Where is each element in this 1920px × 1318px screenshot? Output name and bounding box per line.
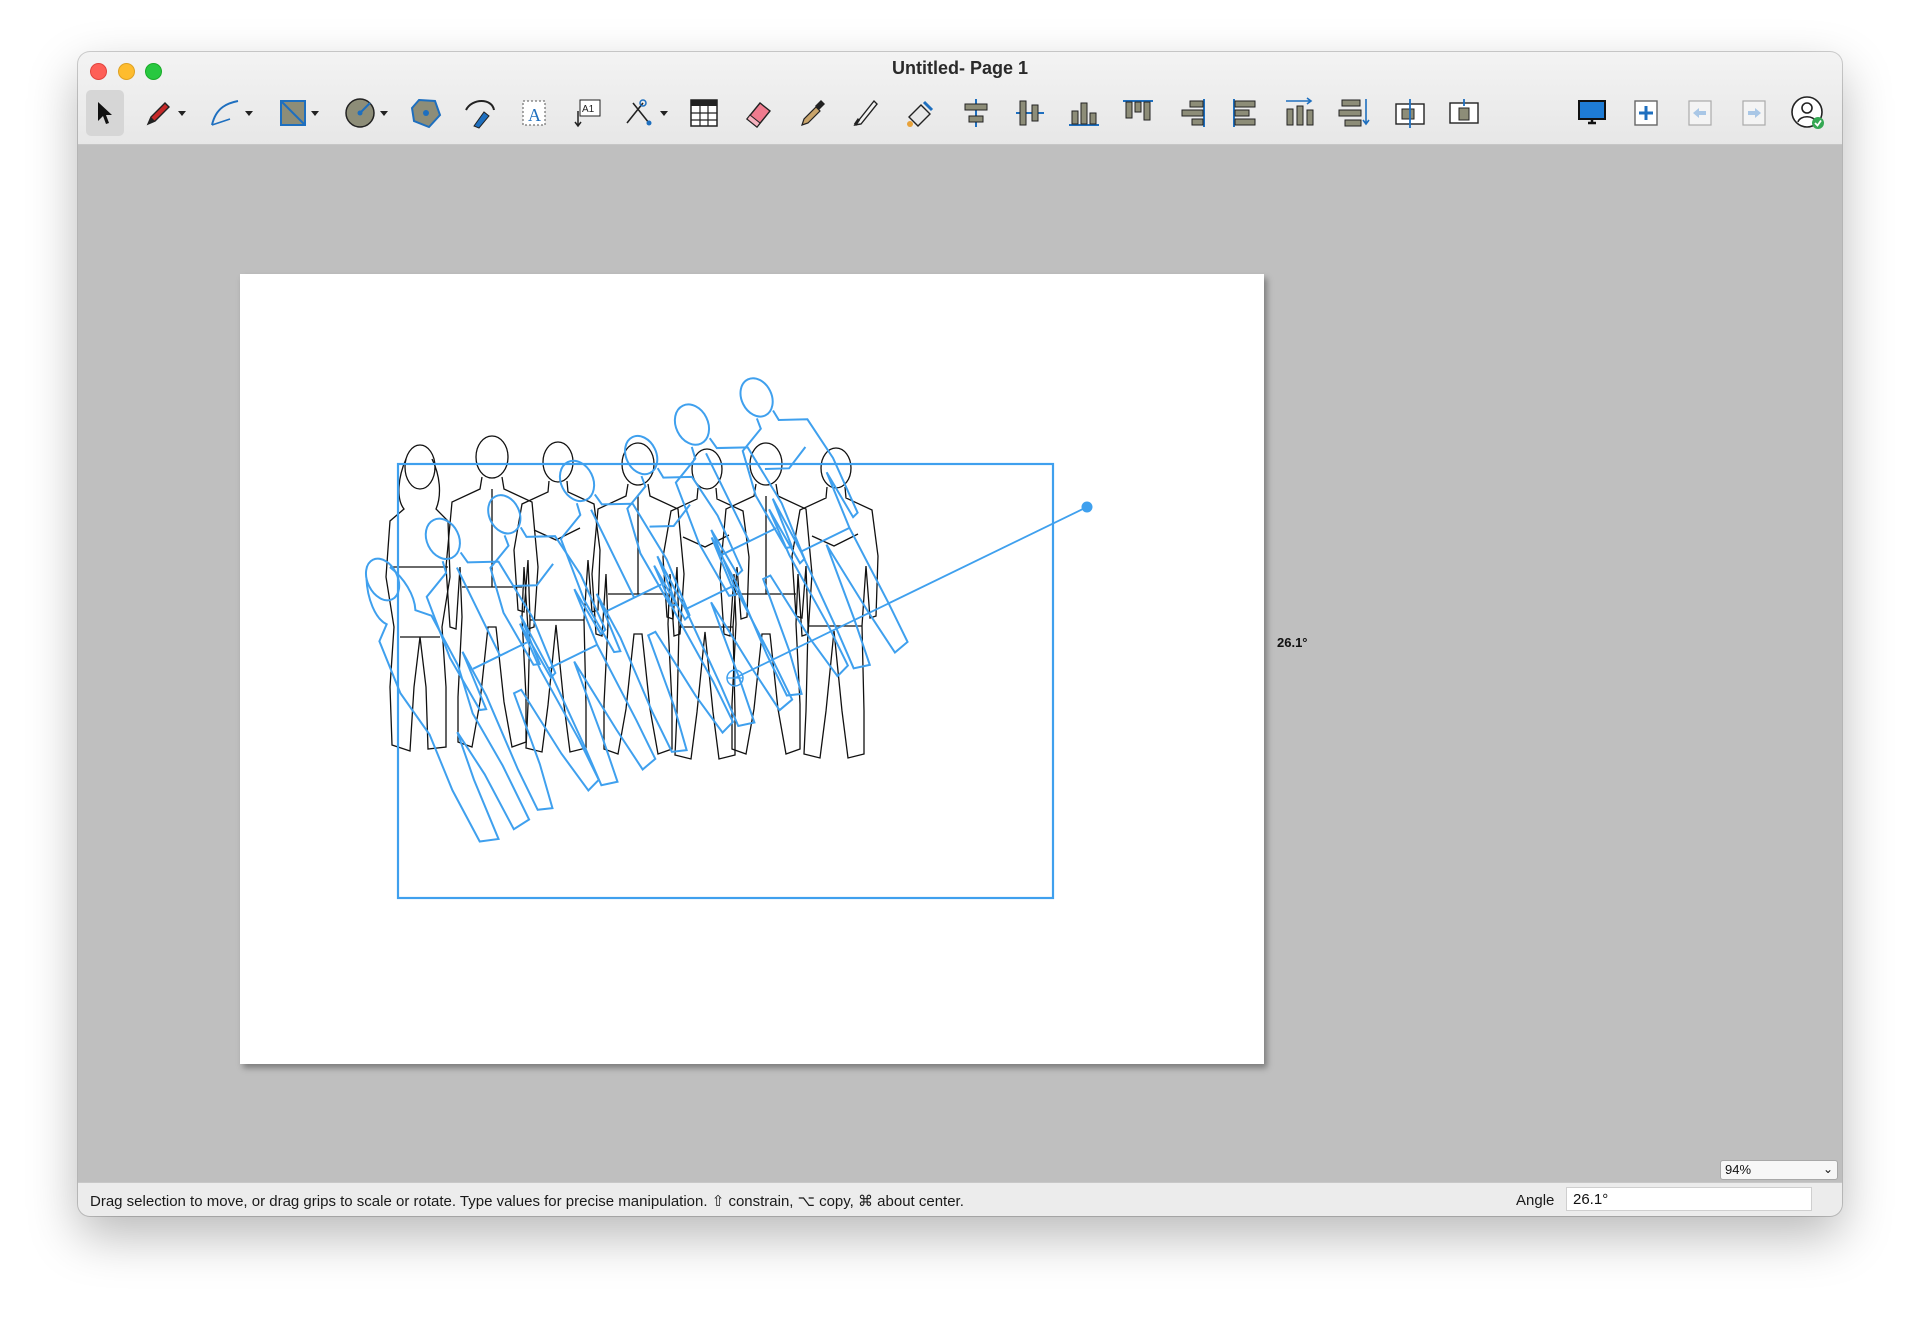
chevron-down-icon[interactable] xyxy=(659,109,669,117)
pencil-tool[interactable] xyxy=(140,90,190,136)
circle-shape-icon xyxy=(345,98,375,128)
eyedropper-tool[interactable] xyxy=(790,90,834,136)
rotation-handle-line xyxy=(734,506,1088,679)
center-page-vertical-icon xyxy=(1449,99,1479,124)
add-page-icon xyxy=(1634,100,1658,126)
paint-bucket-icon xyxy=(907,100,934,127)
text-box-icon: A xyxy=(522,100,546,126)
rectangle-shape-icon xyxy=(280,100,306,126)
chevron-down-icon: ⌄ xyxy=(1822,1162,1833,1176)
title-bar: Untitled- Page 1 A A1 xyxy=(78,52,1842,145)
align-left[interactable] xyxy=(1224,90,1268,136)
previous-page-icon xyxy=(1688,100,1712,126)
text-tool[interactable]: A xyxy=(512,90,556,136)
status-hint: Drag selection to move, or drag grips to… xyxy=(90,1193,964,1210)
align-right-icon xyxy=(1181,99,1205,127)
fill-tool[interactable] xyxy=(898,90,942,136)
zoom-select[interactable]: 94% ⌄ xyxy=(1720,1160,1838,1180)
app-window: Untitled- Page 1 A A1 26.1° 94% ⌄ Drag s… xyxy=(78,52,1842,1216)
account[interactable] xyxy=(1786,90,1830,136)
next-page-icon xyxy=(1742,100,1766,126)
curve-tool[interactable] xyxy=(206,90,256,136)
polygon-shape-icon xyxy=(410,98,442,129)
eraser-icon xyxy=(746,102,771,128)
dimension-tool[interactable] xyxy=(620,90,672,136)
previous-page[interactable] xyxy=(1678,90,1722,136)
table-icon xyxy=(690,99,718,127)
align-center-horizontal-icon xyxy=(964,99,988,127)
measure-icon xyxy=(626,99,652,126)
status-bar: Drag selection to move, or drag grips to… xyxy=(78,1182,1842,1216)
people-drawing-rotated-preview xyxy=(364,359,923,843)
monitor-icon xyxy=(1578,100,1606,125)
table-tool[interactable] xyxy=(682,90,726,136)
rectangle-tool[interactable] xyxy=(274,90,324,136)
distribute-vertical[interactable] xyxy=(1332,90,1376,136)
pen-stroke-icon xyxy=(465,100,495,129)
canvas-area[interactable]: 26.1° xyxy=(78,145,1842,1153)
freehand-tool[interactable] xyxy=(458,90,502,136)
svg-text:A: A xyxy=(528,105,541,125)
align-top[interactable] xyxy=(1116,90,1160,136)
chevron-down-icon[interactable] xyxy=(177,109,187,117)
center-page-horizontal-icon xyxy=(1395,99,1425,128)
chevron-down-icon[interactable] xyxy=(379,109,389,117)
text-on-path-tool[interactable]: A1 xyxy=(566,90,610,136)
angle-input[interactable] xyxy=(1566,1187,1812,1211)
rotation-angle-label: 26.1° xyxy=(1277,635,1308,650)
align-right[interactable] xyxy=(1170,90,1214,136)
drawing-canvas[interactable] xyxy=(240,274,1264,1064)
eyedropper-icon xyxy=(801,100,825,126)
document-page[interactable]: 26.1° xyxy=(240,274,1308,1064)
rotation-grip[interactable] xyxy=(1081,501,1093,513)
distribute-horizontal-icon xyxy=(1286,97,1314,126)
zoom-value: 94% xyxy=(1725,1162,1752,1177)
align-center-horizontal[interactable] xyxy=(954,90,998,136)
align-bottom[interactable] xyxy=(1062,90,1106,136)
center-on-page-horizontal[interactable] xyxy=(1388,90,1432,136)
text-label-icon: A1 xyxy=(574,99,601,128)
knife-tool[interactable] xyxy=(844,90,888,136)
distribute-vertical-icon xyxy=(1338,99,1370,127)
align-top-icon xyxy=(1123,100,1153,121)
arrow-cursor-icon xyxy=(98,102,112,124)
align-bottom-icon xyxy=(1069,102,1099,126)
next-page[interactable] xyxy=(1732,90,1776,136)
align-center-vertical-icon xyxy=(1016,100,1044,126)
align-center-vertical[interactable] xyxy=(1008,90,1052,136)
circle-tool[interactable] xyxy=(340,90,392,136)
pencil-icon xyxy=(146,102,170,126)
angle-label: Angle xyxy=(1516,1192,1555,1209)
eraser-tool[interactable] xyxy=(736,90,780,136)
user-account-icon xyxy=(1791,96,1824,129)
chevron-down-icon[interactable] xyxy=(244,109,254,117)
distribute-horizontal[interactable] xyxy=(1278,90,1322,136)
bezier-curve-icon xyxy=(211,100,239,126)
knife-icon xyxy=(853,99,878,126)
center-on-page-vertical[interactable] xyxy=(1442,90,1486,136)
add-page[interactable] xyxy=(1624,90,1668,136)
svg-text:A1: A1 xyxy=(582,104,595,115)
chevron-down-icon[interactable] xyxy=(310,109,320,117)
align-left-icon xyxy=(1233,99,1256,127)
window-title: Untitled- Page 1 xyxy=(891,58,1029,78)
selection-tool[interactable] xyxy=(86,90,124,136)
presentation-mode[interactable] xyxy=(1570,90,1614,136)
polygon-tool[interactable] xyxy=(404,90,448,136)
